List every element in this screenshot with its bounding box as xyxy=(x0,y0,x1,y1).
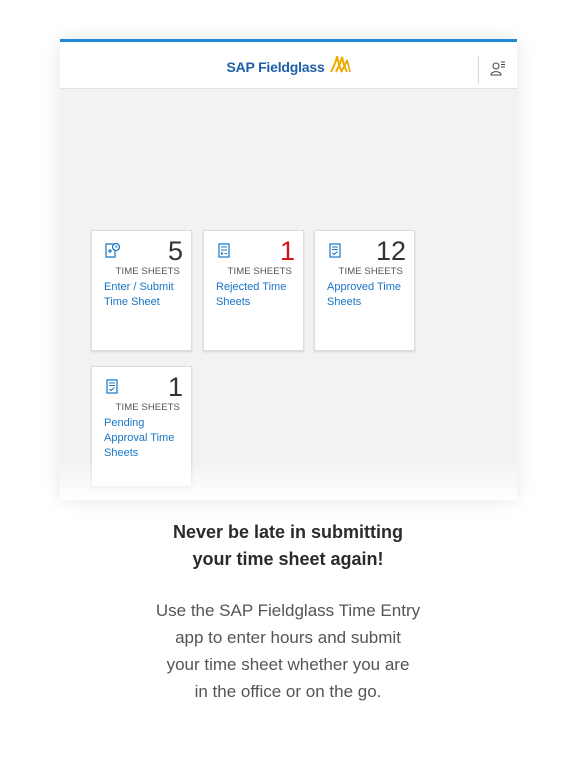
tile-subtitle: TIME SHEETS xyxy=(338,266,403,277)
tile-title: Approved Time Sheets xyxy=(327,280,407,310)
tile-subtitle: TIME SHEETS xyxy=(115,402,180,413)
tile-subtitle: TIME SHEETS xyxy=(115,266,180,277)
tile-title-line: Time Sheet xyxy=(104,296,160,308)
document-check-icon xyxy=(104,378,120,396)
description-line: app to enter hours and submit xyxy=(175,628,401,647)
tile-title-line: Rejected Time xyxy=(216,281,287,293)
user-menu-icon xyxy=(490,60,506,81)
tile-approved-time-sheets[interactable]: 12 TIME SHEETS Approved Time Sheets xyxy=(314,230,415,351)
app-header: SAP Fieldglass xyxy=(60,42,517,89)
checklist-x-icon xyxy=(216,242,232,260)
tile-count: 12 xyxy=(375,236,406,266)
brand-name: SAP Fieldglass xyxy=(226,58,325,75)
document-clock-icon xyxy=(104,242,121,260)
promo-headline: Never be late in submitting your time sh… xyxy=(0,519,576,573)
description-line: your time sheet whether you are xyxy=(166,655,410,674)
tile-title-line: Pending xyxy=(104,417,145,429)
headline-line: Never be late in submitting xyxy=(172,522,404,542)
tile-count: 5 xyxy=(167,236,183,266)
tile-title-line: Sheets xyxy=(327,296,362,308)
tile-title-line: Enter / Submit xyxy=(104,281,174,293)
fieldglass-logo-icon xyxy=(329,54,351,79)
tile-title: Rejected Time Sheets xyxy=(216,280,296,310)
description-line: in the office or on the go. xyxy=(194,682,382,701)
tile-title-line: Sheets xyxy=(104,447,139,459)
promo-description: Use the SAP Fieldglass Time Entry app to… xyxy=(0,597,576,705)
app-screen: SAP Fieldglass 5 TIME SHEETS Enter / Sub… xyxy=(60,39,517,500)
tile-title: Enter / Submit Time Sheet xyxy=(104,280,184,310)
brand-logo: SAP Fieldglass xyxy=(60,54,517,79)
tile-count: 1 xyxy=(167,372,183,402)
description-line: Use the SAP Fieldglass Time Entry xyxy=(155,601,421,620)
tile-enter-submit-time-sheet[interactable]: 5 TIME SHEETS Enter / Submit Time Sheet xyxy=(91,230,192,351)
user-menu-button[interactable] xyxy=(478,56,517,84)
tile-pending-approval-time-sheets[interactable]: 1 TIME SHEETS Pending Approval Time Shee… xyxy=(91,366,192,487)
tile-title-line: Approval Time xyxy=(104,432,175,444)
tile-title: Pending Approval Time Sheets xyxy=(104,416,184,461)
tile-title-line: Sheets xyxy=(216,296,251,308)
document-check-icon xyxy=(327,242,343,260)
tile-rejected-time-sheets[interactable]: 1 TIME SHEETS Rejected Time Sheets xyxy=(203,230,304,351)
tile-count: 1 xyxy=(279,236,295,266)
headline-line: your time sheet again! xyxy=(192,549,384,569)
tile-title-line: Approved Time xyxy=(327,281,401,293)
tile-subtitle: TIME SHEETS xyxy=(227,266,292,277)
